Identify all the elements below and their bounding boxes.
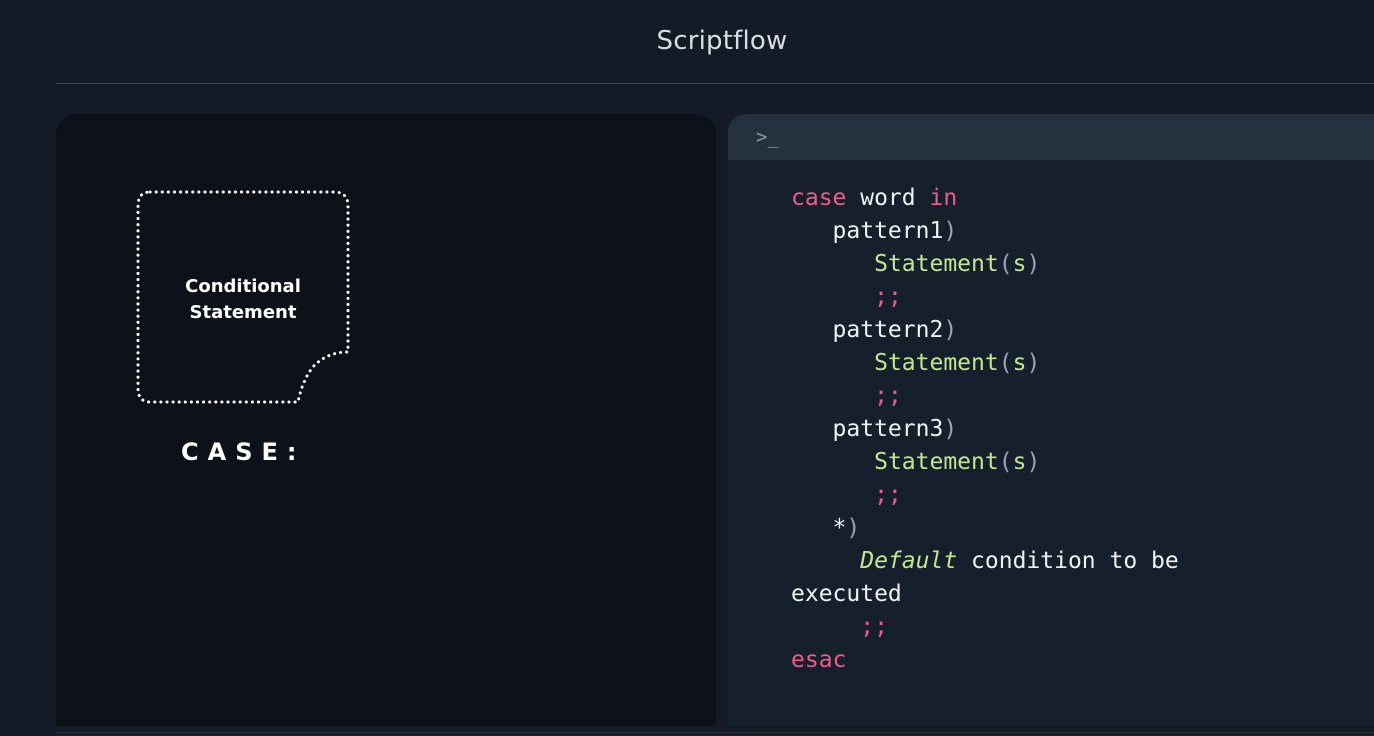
code-line: pattern3) bbox=[791, 413, 1351, 446]
header-divider bbox=[56, 83, 1374, 84]
code-line: Statement(s) bbox=[791, 446, 1351, 479]
statement: Statement bbox=[874, 449, 999, 475]
paren: ) bbox=[1026, 251, 1041, 277]
paren: ) bbox=[1026, 350, 1041, 376]
code-line: pattern2) bbox=[791, 314, 1351, 347]
app-title: Scriptflow bbox=[656, 26, 788, 56]
terminal-title-bar: >_ bbox=[728, 114, 1374, 160]
code-block: case word in pattern1) Statement(s) ;; p… bbox=[791, 182, 1351, 677]
statement-arg: s bbox=[1012, 251, 1027, 277]
case-terminator: ;; bbox=[860, 614, 888, 640]
keyword-case: case bbox=[791, 185, 847, 211]
terminal-prompt-icon: >_ bbox=[756, 126, 779, 148]
paren: ( bbox=[998, 251, 1013, 277]
statement-arg: s bbox=[1012, 449, 1027, 475]
node-label-line1: Conditional bbox=[185, 276, 301, 297]
code-line: esac bbox=[791, 644, 1351, 677]
statement: Statement bbox=[874, 251, 999, 277]
paren: ) bbox=[846, 515, 861, 541]
paren: ( bbox=[998, 449, 1013, 475]
default-text-wrap: executed bbox=[791, 581, 902, 607]
code-line: ;; bbox=[791, 611, 1351, 644]
default-text: condition to be bbox=[957, 548, 1179, 574]
pattern2: pattern2 bbox=[832, 317, 944, 343]
statement-arg: s bbox=[1012, 350, 1027, 376]
page: Scriptflow Conditional Statement CASE: >… bbox=[0, 0, 1374, 736]
code-line: ;; bbox=[791, 479, 1351, 512]
section-label: CASE: bbox=[181, 438, 306, 466]
pattern1: pattern1 bbox=[832, 218, 944, 244]
code-word: word bbox=[846, 185, 930, 211]
default-keyword: Default bbox=[860, 548, 958, 574]
code-line: Default condition to be bbox=[791, 545, 1351, 578]
paren: ) bbox=[943, 317, 958, 343]
footer-divider bbox=[56, 732, 1374, 733]
case-terminator: ;; bbox=[874, 284, 902, 310]
code-line: Statement(s) bbox=[791, 347, 1351, 380]
node-label: Conditional Statement bbox=[136, 274, 350, 326]
paren: ) bbox=[943, 416, 958, 442]
paren: ) bbox=[1026, 449, 1041, 475]
pattern3: pattern3 bbox=[832, 416, 944, 442]
keyword-esac: esac bbox=[791, 647, 847, 673]
node-label-line2: Statement bbox=[189, 302, 297, 323]
code-line: *) bbox=[791, 512, 1351, 545]
code-line: ;; bbox=[791, 380, 1351, 413]
paren: ( bbox=[998, 350, 1013, 376]
case-terminator: ;; bbox=[874, 482, 902, 508]
paren: ) bbox=[943, 218, 958, 244]
keyword-in: in bbox=[929, 185, 958, 211]
code-line: case word in bbox=[791, 182, 1351, 215]
code-line: pattern1) bbox=[791, 215, 1351, 248]
code-line: executed bbox=[791, 578, 1351, 611]
code-line: ;; bbox=[791, 281, 1351, 314]
wildcard: * bbox=[832, 515, 847, 541]
case-terminator: ;; bbox=[874, 383, 902, 409]
statement: Statement bbox=[874, 350, 999, 376]
terminal-panel: >_ case word in pattern1) Statement(s) ;… bbox=[728, 114, 1374, 726]
code-line: Statement(s) bbox=[791, 248, 1351, 281]
